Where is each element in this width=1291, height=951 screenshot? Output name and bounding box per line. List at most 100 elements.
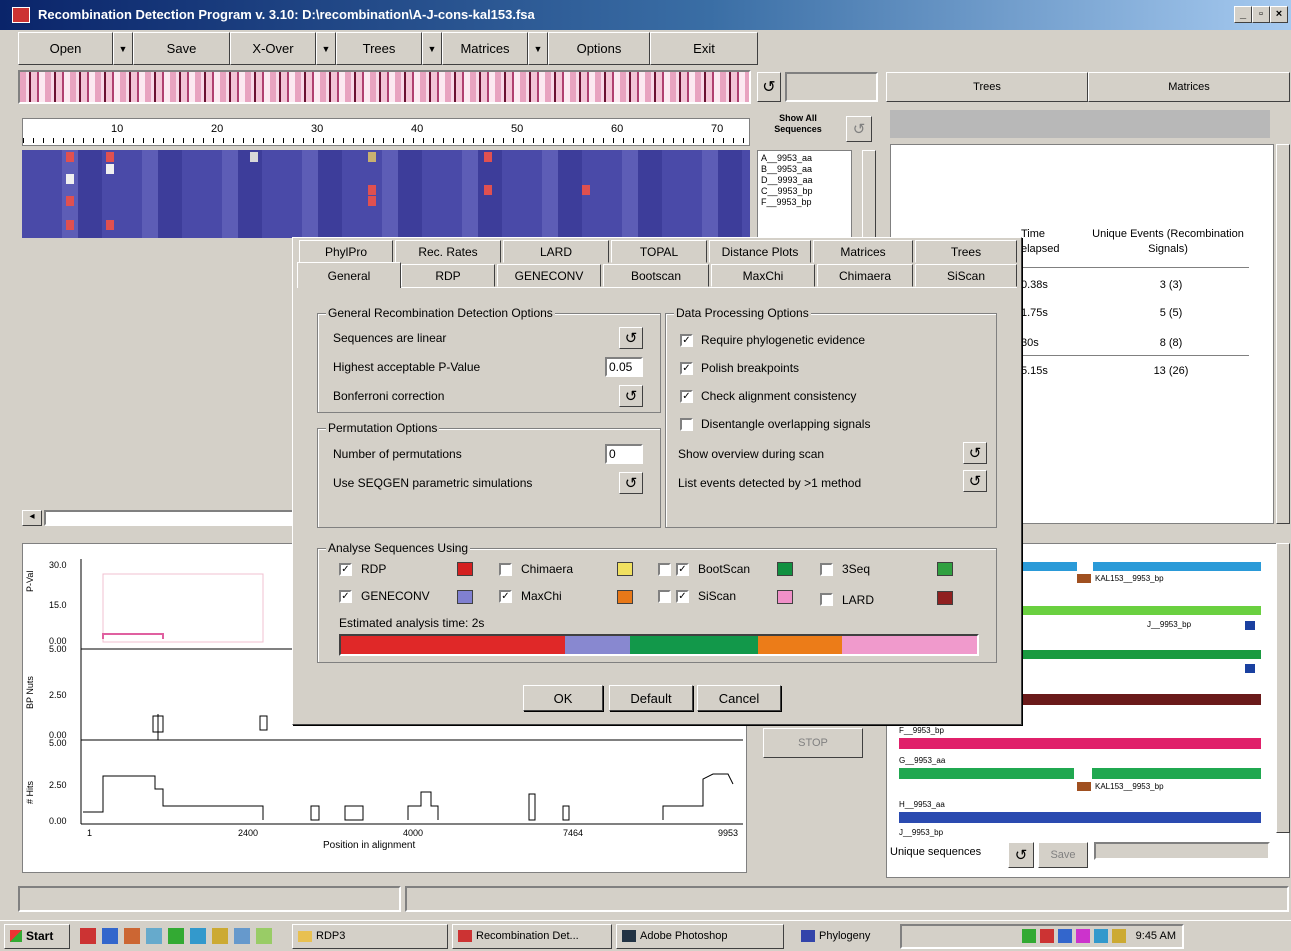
maxchi-checkbox[interactable]: ✓ xyxy=(499,590,512,603)
tab-rec-rates[interactable]: Rec. Rates xyxy=(395,240,501,263)
quick-launch-icon[interactable] xyxy=(234,928,250,944)
3seq-checkbox[interactable] xyxy=(820,563,833,576)
quick-launch-icon[interactable] xyxy=(168,928,184,944)
tab-distance-plots[interactable]: Distance Plots xyxy=(709,240,811,263)
disentangle-checkbox[interactable] xyxy=(680,418,693,431)
quick-launch-icon[interactable] xyxy=(146,928,162,944)
matrices-button[interactable]: Matrices xyxy=(442,32,528,65)
lard-color-swatch[interactable] xyxy=(937,591,953,605)
tab-siscan[interactable]: SiScan xyxy=(915,264,1017,287)
chimaera-color-swatch[interactable] xyxy=(617,562,633,576)
tab-matrices[interactable]: Matrices xyxy=(1088,72,1290,102)
pvalue-input[interactable]: 0.05 xyxy=(605,357,643,377)
default-button[interactable]: Default xyxy=(609,685,693,711)
tab-rdp[interactable]: RDP xyxy=(401,264,495,287)
rdp-color-swatch[interactable] xyxy=(457,562,473,576)
check-alignment-checkbox[interactable]: ✓ xyxy=(680,390,693,403)
stop-button[interactable]: STOP xyxy=(763,728,863,758)
start-button[interactable]: Start xyxy=(4,923,70,949)
mosaic-scrollbar[interactable] xyxy=(1276,543,1290,833)
tab-general[interactable]: General xyxy=(297,262,401,288)
siscan-outer-checkbox[interactable] xyxy=(658,590,671,603)
bonferroni-toggle-icon[interactable]: ↺ xyxy=(619,385,643,407)
alignment-overview[interactable] xyxy=(18,70,751,104)
tab-maxchi[interactable]: MaxChi xyxy=(711,264,815,287)
sequence-alignment[interactable] xyxy=(22,150,750,238)
quick-launch-icon[interactable] xyxy=(212,928,228,944)
tab-chimaera[interactable]: Chimaera xyxy=(817,264,913,287)
geneconv-checkbox[interactable]: ✓ xyxy=(339,590,352,603)
list-item[interactable]: D__9993_aa xyxy=(761,175,848,186)
open-dropdown-arrow[interactable]: ▼ xyxy=(113,32,133,65)
tab-matrices[interactable]: Matrices xyxy=(813,240,913,263)
save-button[interactable]: Save xyxy=(133,32,230,65)
list-events-toggle-icon[interactable]: ↺ xyxy=(963,470,987,492)
open-button[interactable]: Open xyxy=(18,32,113,65)
quick-launch-icon[interactable] xyxy=(256,928,272,944)
task-phylogeny[interactable]: Phylogeny xyxy=(796,924,892,949)
tab-geneconv[interactable]: GENECONV xyxy=(497,264,601,287)
close-button[interactable]: × xyxy=(1270,6,1288,23)
tray-icon[interactable] xyxy=(1039,929,1054,943)
ok-button[interactable]: OK xyxy=(523,685,603,711)
tab-trees[interactable]: Trees xyxy=(886,72,1088,102)
show-all-refresh-icon[interactable]: ↺ xyxy=(846,116,872,142)
refresh-icon[interactable]: ↺ xyxy=(757,72,781,102)
rdp-checkbox[interactable]: ✓ xyxy=(339,563,352,576)
sequence-list-scrollbar[interactable] xyxy=(862,150,876,238)
tray-icon[interactable] xyxy=(1057,929,1072,943)
tray-icon[interactable] xyxy=(1021,929,1036,943)
browser-icon[interactable] xyxy=(102,928,118,944)
3seq-color-swatch[interactable] xyxy=(937,562,953,576)
tab-trees[interactable]: Trees xyxy=(915,240,1017,263)
task-recombination[interactable]: Recombination Det... xyxy=(452,923,612,949)
scroll-left-arrow[interactable]: ◂ xyxy=(22,510,42,526)
tab-phylpro[interactable]: PhylPro xyxy=(299,240,393,263)
unique-refresh-icon[interactable]: ↺ xyxy=(1008,842,1034,868)
matrices-dropdown-arrow[interactable]: ▼ xyxy=(528,32,548,65)
sequence-list[interactable]: A__9953_aa B__9953_aa D__9993_aa C__9953… xyxy=(757,150,852,238)
maximize-button[interactable]: ▫ xyxy=(1252,6,1270,23)
cancel-button[interactable]: Cancel xyxy=(697,685,781,711)
horizontal-scrollbar[interactable] xyxy=(44,510,294,526)
bootscan-checkbox[interactable]: ✓ xyxy=(676,563,689,576)
exit-button[interactable]: Exit xyxy=(650,32,758,65)
tray-icon[interactable] xyxy=(1093,929,1108,943)
siscan-color-swatch[interactable] xyxy=(777,590,793,604)
results-scrollbar[interactable] xyxy=(1276,144,1290,524)
tray-icon[interactable] xyxy=(1075,929,1090,943)
list-item[interactable]: F__9953_bp xyxy=(761,197,848,208)
quick-launch-icon[interactable] xyxy=(190,928,206,944)
x-over-dropdown-arrow[interactable]: ▼ xyxy=(316,32,336,65)
task-rdp3[interactable]: RDP3 xyxy=(292,923,448,949)
maxchi-color-swatch[interactable] xyxy=(617,590,633,604)
minimize-button[interactable]: _ xyxy=(1234,6,1252,23)
seqgen-toggle-icon[interactable]: ↺ xyxy=(619,472,643,494)
trees-dropdown-arrow[interactable]: ▼ xyxy=(422,32,442,65)
list-item[interactable]: A__9953_aa xyxy=(761,153,848,164)
chimaera-checkbox[interactable] xyxy=(499,563,512,576)
sequences-linear-toggle-icon[interactable]: ↺ xyxy=(619,327,643,349)
show-overview-toggle-icon[interactable]: ↺ xyxy=(963,442,987,464)
mosaic-save-button[interactable]: Save xyxy=(1038,842,1088,868)
mosaic-hscrollbar[interactable] xyxy=(1094,842,1270,860)
siscan-checkbox[interactable]: ✓ xyxy=(676,590,689,603)
require-phylogenetic-checkbox[interactable]: ✓ xyxy=(680,334,693,347)
quick-launch-icon[interactable] xyxy=(124,928,140,944)
tab-lard[interactable]: LARD xyxy=(503,240,609,263)
polish-breakpoints-checkbox[interactable]: ✓ xyxy=(680,362,693,375)
geneconv-color-swatch[interactable] xyxy=(457,590,473,604)
tray-icon[interactable] xyxy=(1111,929,1126,943)
bootscan-color-swatch[interactable] xyxy=(777,562,793,576)
tab-topal[interactable]: TOPAL xyxy=(611,240,707,263)
lard-checkbox[interactable] xyxy=(820,593,833,606)
tab-bootscan[interactable]: Bootscan xyxy=(603,264,709,287)
num-permutations-input[interactable]: 0 xyxy=(605,444,643,464)
list-item[interactable]: C__9953_bp xyxy=(761,186,848,197)
bootscan-outer-checkbox[interactable] xyxy=(658,563,671,576)
task-photoshop[interactable]: Adobe Photoshop xyxy=(616,923,784,949)
x-over-button[interactable]: X-Over xyxy=(230,32,316,65)
quick-launch-icon[interactable] xyxy=(80,928,96,944)
options-button[interactable]: Options xyxy=(548,32,650,65)
trees-button[interactable]: Trees xyxy=(336,32,422,65)
